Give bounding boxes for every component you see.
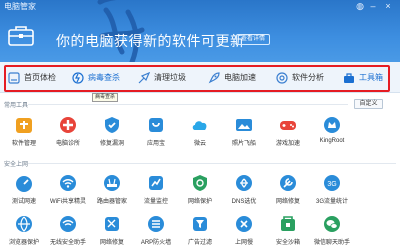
app-title: 电脑管家 (4, 2, 36, 11)
svg-text:3G: 3G (327, 181, 336, 188)
tool-label: DNS选优 (231, 199, 257, 205)
tool-label: 网络修复 (99, 240, 124, 246)
tool-label: 游戏加速 (275, 141, 300, 147)
close-icon[interactable]: × (383, 1, 393, 11)
tool-browser-protect[interactable]: 浏览器保护 (4, 214, 44, 246)
router-icon (104, 175, 120, 191)
tool-app-store[interactable]: 应用宝 (136, 115, 176, 147)
customize-button[interactable]: 自定义 (354, 99, 383, 109)
traffic-monitor-icon (149, 176, 163, 190)
toolbox-chest-icon (8, 26, 34, 46)
tool-label: KingRoot (319, 138, 345, 144)
tool-slow-net[interactable]: 上网慢 (224, 214, 264, 246)
tool-security-sandbox[interactable]: 安全沙箱 (268, 214, 308, 246)
tool-traffic-monitor[interactable]: 流量监控 (136, 173, 176, 205)
tool-label: 微云 (193, 141, 206, 147)
section-title-common-tools: 常用工具 (4, 103, 29, 109)
tool-label: 电脑诊所 (55, 141, 80, 147)
section-divider (28, 104, 348, 105)
tab-tooltip: 病毒查杀 (92, 93, 119, 102)
network-fix-icon (105, 217, 119, 231)
wechat-helper-icon (324, 216, 340, 232)
tool-label: 微信聊天助手 (313, 240, 350, 246)
tool-network-protection[interactable]: 网络保护 (180, 173, 220, 205)
tool-kingroot[interactable]: KingRoot (312, 115, 352, 144)
tool-label: 照片飞船 (231, 141, 256, 147)
tool-speed-test[interactable]: 测试网速 (4, 173, 44, 205)
tool-wechat-helper[interactable]: 微信聊天助手 (312, 214, 352, 246)
wifi-share-icon (60, 175, 76, 191)
software-manager-icon (16, 118, 32, 133)
tool-router-manager[interactable]: 路由器管家 (92, 173, 132, 205)
tool-arp-firewall[interactable]: ARP防火墙 (136, 214, 176, 246)
tool-label: WiFi共享精灵 (50, 199, 86, 205)
tool-network-fix[interactable]: 网络修复 (92, 214, 132, 246)
app-store-icon (149, 118, 163, 132)
pc-clinic-icon (60, 117, 76, 133)
tool-label: 广告过滤 (187, 240, 212, 246)
section-title-safe-browsing: 安全上网 (4, 162, 29, 168)
skin-icon[interactable]: ◍ (355, 1, 365, 11)
cloud-icon (192, 121, 207, 130)
tool-label: 安全沙箱 (275, 240, 300, 246)
photo-ship-icon (236, 119, 252, 131)
tool-network-repair[interactable]: 网络修复 (268, 173, 308, 205)
ad-filter-icon (193, 217, 207, 231)
network-protect-icon (193, 175, 207, 191)
patch-icon (105, 117, 119, 133)
tool-pc-clinic[interactable]: 电脑诊所 (48, 115, 88, 147)
tool-game-boost[interactable]: 游戏加速 (268, 115, 308, 147)
tool-software-manager[interactable]: 软件管理 (4, 115, 44, 147)
tool-label: 无线安全助手 (49, 240, 86, 246)
tool-wifi-share[interactable]: WiFi共享精灵 (48, 173, 88, 205)
section-divider (28, 163, 396, 164)
slow-net-icon (236, 216, 252, 232)
arp-firewall-icon (148, 216, 164, 232)
titlebar: 电脑管家 ◍ – × (0, 0, 400, 13)
tool-label: 软件管理 (11, 141, 36, 147)
tool-label: 上网慢 (234, 240, 253, 246)
tool-label: 路由器管家 (96, 199, 127, 205)
wireless-security-icon (60, 216, 76, 232)
tool-dns-optimize[interactable]: DNS选优 (224, 173, 264, 205)
tool-label: ARP防火墙 (140, 240, 172, 246)
tool-3g-stats[interactable]: 3G 3G流量统计 (312, 173, 352, 205)
tool-fix-vulnerabilities[interactable]: 修复漏洞 (92, 115, 132, 147)
tool-label: 浏览器保护 (8, 240, 39, 246)
header-banner: 电脑管家 ◍ – × 你的电脑获得新的软件可更新 查看详情 (0, 0, 400, 62)
dns-icon (236, 175, 252, 191)
tool-ad-filter[interactable]: 广告过滤 (180, 214, 220, 246)
network-repair-icon (280, 175, 296, 191)
tool-label: 网络修复 (275, 199, 300, 205)
tool-label: 网络保护 (187, 199, 212, 205)
update-banner-text: 你的电脑获得新的软件可更新 (56, 33, 245, 49)
tool-weiyun[interactable]: 微云 (180, 115, 220, 147)
sandbox-icon (281, 216, 295, 231)
tool-label: 3G流量统计 (315, 199, 348, 205)
highlight-frame (4, 65, 390, 92)
tool-wireless-security[interactable]: 无线安全助手 (48, 214, 88, 246)
tool-label: 测试网速 (11, 199, 36, 205)
tool-photo-ship[interactable]: 照片飞船 (224, 115, 264, 147)
kingroot-icon (324, 117, 340, 133)
game-boost-icon (280, 121, 296, 130)
minimize-icon[interactable]: – (368, 1, 378, 11)
tool-label: 应用宝 (146, 141, 165, 147)
tool-label: 流量监控 (143, 199, 168, 205)
3g-stats-icon: 3G (324, 175, 340, 191)
tool-label: 修复漏洞 (99, 141, 124, 147)
browser-protect-icon (16, 216, 32, 232)
view-details-button[interactable]: 查看详情 (236, 34, 270, 45)
speed-test-icon (16, 176, 32, 192)
